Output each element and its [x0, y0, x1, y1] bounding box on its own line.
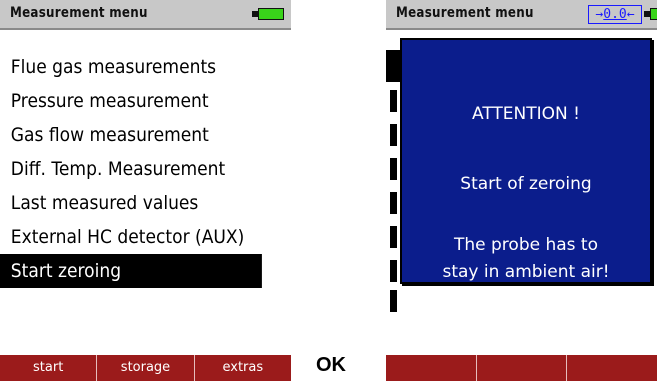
menu-item-gas-flow[interactable]: Gas flow measurement [0, 118, 262, 152]
softkey-storage[interactable]: storage [96, 355, 193, 381]
title-bar: Measurement menu →0.0← [386, 0, 657, 30]
menu-stub [390, 192, 397, 214]
dialog-message-probe-2: stay in ambient air! [442, 262, 610, 282]
zero-indicator: →0.0← [588, 5, 642, 24]
attention-dialog: ATTENTION ! Start of zeroing The probe h… [400, 38, 652, 284]
dialog-message-zeroing: Start of zeroing [460, 174, 592, 194]
left-device-screen: Measurement menu Flue gas measurements P… [0, 0, 291, 381]
screen-title: Measurement menu [10, 5, 148, 21]
softkey-2[interactable] [475, 355, 567, 381]
softkey-extras[interactable]: extras [193, 355, 291, 381]
measurement-menu: Flue gas measurements Pressure measureme… [0, 50, 291, 288]
dialog-heading: ATTENTION ! [472, 104, 580, 124]
menu-item-last-values[interactable]: Last measured values [0, 186, 262, 220]
menu-stub [390, 90, 397, 112]
menu-stub [390, 290, 397, 312]
menu-stub [390, 158, 397, 180]
menu-stub [390, 260, 397, 282]
softkey-1[interactable] [386, 355, 476, 381]
menu-item-pressure[interactable]: Pressure measurement [0, 84, 262, 118]
battery-icon [252, 8, 284, 20]
softkey-3[interactable] [566, 355, 657, 381]
softkey-bar [386, 355, 657, 381]
menu-item-diff-temp[interactable]: Diff. Temp. Measurement [0, 152, 262, 186]
ok-key-label: OK [316, 354, 346, 376]
menu-stub [390, 226, 397, 248]
zero-value: 0.0 [603, 7, 627, 22]
menu-item-start-zeroing[interactable]: Start zeroing [0, 254, 262, 288]
right-device-screen: Measurement menu →0.0← ATTENTION ! Start… [386, 0, 657, 381]
battery-icon [644, 8, 657, 20]
softkey-start[interactable]: start [0, 355, 96, 381]
arrow-left-icon: ← [626, 7, 635, 22]
menu-item-external-hc[interactable]: External HC detector (AUX) [0, 220, 262, 254]
menu-stub [390, 124, 397, 146]
title-bar: Measurement menu [0, 0, 291, 30]
screen-title: Measurement menu [396, 5, 534, 21]
menu-item-flue-gas[interactable]: Flue gas measurements [0, 50, 262, 84]
dialog-message-probe-1: The probe has to [453, 235, 598, 255]
softkey-bar: start storage extras [0, 355, 291, 381]
